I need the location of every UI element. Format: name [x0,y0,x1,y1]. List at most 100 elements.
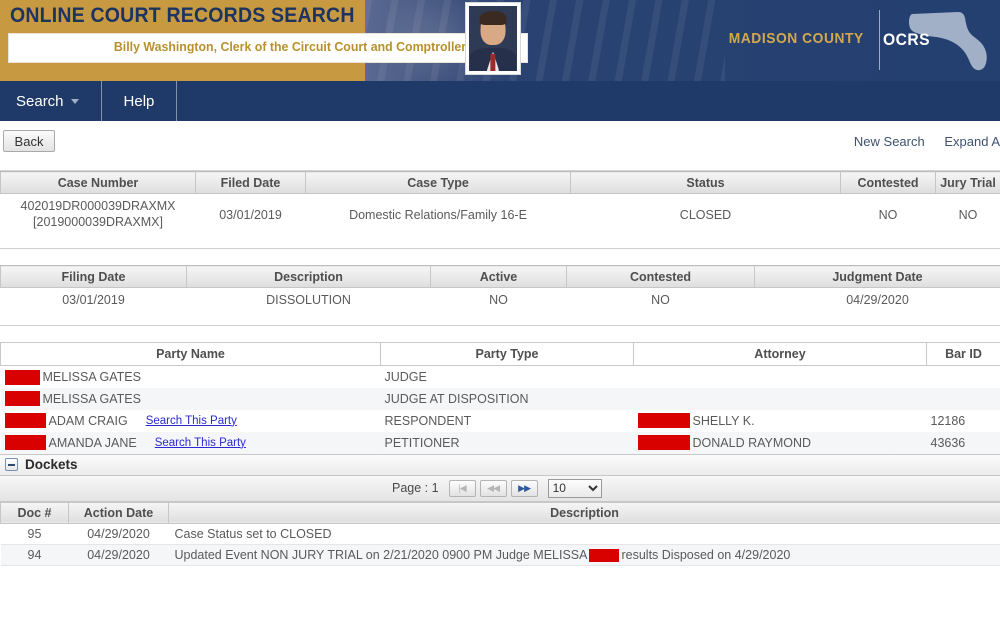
table-row: MELISSA GATES JUDGE [1,366,1000,388]
col-filing-contested: Contested [566,265,755,289]
cell-attorney [633,387,927,410]
cell-bar-id [926,387,1000,410]
table-row: 402019DR000039DRAXMX [2019000039DRAXMX] … [1,194,1000,236]
col-doc-number: Doc # [0,501,69,524]
table-row: 94 04/29/2020 Updated Event NON JURY TRI… [0,544,1000,566]
cell-party-name: MELISSA GATES [1,366,381,388]
cell-party-type: JUDGE [384,370,427,384]
clerk-portrait-photo [465,2,521,75]
docket-description-before: Updated Event NON JURY TRIAL on 2/21/202… [174,547,588,562]
cell-status: CLOSED [679,207,732,222]
party-name-text: ADAM CRAIG [48,413,128,428]
nav-item-help-label: Help [123,92,155,110]
cell-party-type: PETITIONER [380,431,634,454]
page-label: Page : 1 [392,481,439,496]
col-description: Description [186,265,431,289]
col-docket-description: Description [168,501,1000,524]
col-jury-trial: Jury Trial [935,171,1000,194]
cell-bar-id: 43636 [926,431,1000,454]
cell-docket-description: Case Status set to CLOSED [168,523,1000,545]
cell-active: NO [489,293,508,308]
col-party-type: Party Type [380,342,634,367]
table-row: AMANDA JANE Search This Party PETITIONER … [0,431,1000,454]
cell-attorney: SHELLY K. [634,410,927,432]
cell-party-type: RESPONDENT [384,413,472,428]
chevron-down-icon [70,98,79,104]
next-page-icon[interactable]: ▶▶ [510,479,538,497]
main-navigation: Search Help [0,81,1000,121]
table-row: ADAM CRAIG Search This Party RESPONDENT S… [1,410,1000,432]
cell-filing-contested: NO [651,293,670,308]
cell-action-date: 04/29/2020 [68,544,169,566]
filing-table: Filing Date Description Active Contested… [0,265,1000,312]
minus-box-icon[interactable] [5,458,18,472]
case-number-primary: 402019DR000039DRAXMX [20,199,176,213]
cell-party-type: JUDGE AT DISPOSITION [380,387,634,410]
table-row: 03/01/2019 DISSOLUTION NO NO 04/29/2020 [1,288,1000,313]
case-summary-section: Case Number Filed Date Case Type Status … [0,171,1000,250]
cell-judgment-date: 04/29/2020 [846,293,909,308]
redaction-bar [589,548,620,562]
first-page-icon[interactable]: |◀ [448,479,476,497]
cell-filed-date: 03/01/2019 [219,207,282,222]
table-row: MELISSA GATES JUDGE AT DISPOSITION [0,387,1000,410]
case-number-alternate: [2019000039DRAXMX] [33,214,163,229]
back-button[interactable]: Back [3,130,55,152]
new-search-link[interactable]: New Search [854,134,925,149]
portrait-image [469,6,517,71]
nav-item-search[interactable]: Search [0,81,102,121]
ocrs-logo-text: OCRS [882,30,930,49]
cell-case-number: 402019DR000039DRAXMX [2019000039DRAXMX] [1,194,196,236]
redaction-bar [637,413,690,429]
clerk-name-text: Billy Washington, Clerk of the Circuit C… [113,39,467,54]
search-this-party-link[interactable]: Search This Party [146,415,237,427]
redaction-bar [4,435,46,451]
toolbar-links: New Search Expand A [838,134,1000,149]
nav-item-help[interactable]: Help [102,81,178,121]
col-party-name: Party Name [0,342,381,367]
page-size-select[interactable]: 10 [547,478,602,498]
col-bar-id: Bar ID [926,342,1000,367]
cell-filing-date: 03/01/2019 [62,293,125,308]
dockets-table: Doc # Action Date Description 95 04/29/2… [0,501,1000,566]
col-filed-date: Filed Date [195,171,306,194]
redaction-bar [4,413,46,429]
cell-party-name: ADAM CRAIG Search This Party [1,410,381,432]
cell-bar-id: 12186 [930,413,966,428]
cell-docket-description: Updated Event NON JURY TRIAL on 2/21/202… [168,544,1000,566]
col-active: Active [430,265,567,289]
party-name-text: MELISSA GATES [42,370,141,385]
filing-table-header-row: Filing Date Description Active Contested… [0,265,1000,289]
col-judgment-date: Judgment Date [754,265,1000,289]
cell-case-type: Domestic Relations/Family 16-E [349,207,527,222]
party-table: Party Name Party Type Attorney Bar ID ME… [0,342,1000,454]
cell-party-name: AMANDA JANE Search This Party [0,431,381,454]
filing-section-divider [0,312,1000,327]
docket-description-after: results Disposed on 4/29/2020 [621,547,791,562]
party-name-text: AMANDA JANE [48,435,137,450]
cell-attorney [634,366,927,388]
expand-all-link[interactable]: Expand A [944,134,1000,149]
portrait-hair [479,11,507,26]
dockets-section-header: Dockets [0,453,1000,476]
table-row: 95 04/29/2020 Case Status set to CLOSED [0,523,1000,545]
cell-jury-trial: NO [958,207,978,222]
col-filing-date: Filing Date [0,265,187,289]
party-table-header-row: Party Name Party Type Attorney Bar ID [0,342,1000,367]
search-this-party-link[interactable]: Search This Party [155,437,246,449]
banner-divider [879,10,880,70]
case-summary-table: Case Number Filed Date Case Type Status … [0,171,1000,235]
cell-action-date: 04/29/2020 [68,523,169,545]
col-attorney: Attorney [633,342,927,367]
filing-section: Filing Date Description Active Contested… [0,265,1000,327]
cell-contested: NO [878,207,898,222]
col-case-number: Case Number [0,171,196,194]
cell-doc-number: 95 [0,523,69,545]
case-section-divider [0,235,1000,250]
previous-page-icon[interactable]: ◀◀ [479,479,507,497]
party-section: Party Name Party Type Attorney Bar ID ME… [0,342,1000,454]
cell-bar-id [927,366,1000,388]
portrait-tie [490,54,496,71]
col-status: Status [570,171,841,194]
cell-attorney: DONALD RAYMOND [633,431,927,454]
